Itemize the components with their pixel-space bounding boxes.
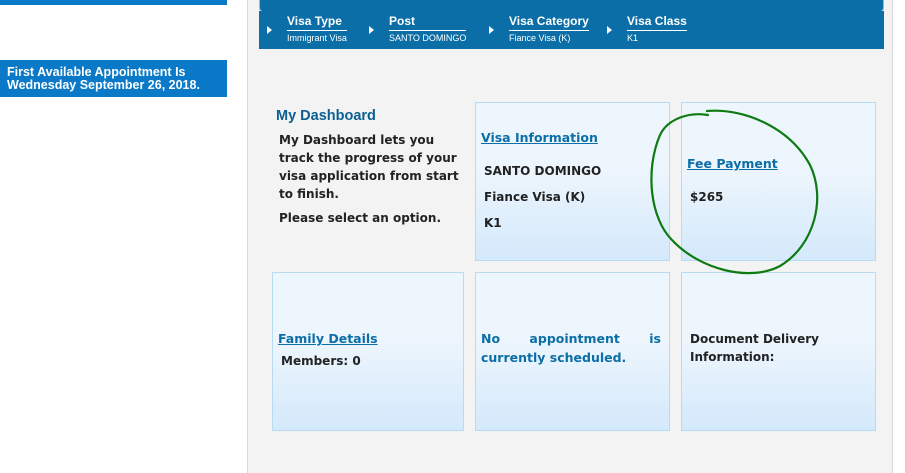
breadcrumb-item-visa-class: Visa Class K1 xyxy=(607,15,687,44)
breadcrumb-value: Immigrant Visa xyxy=(287,33,347,43)
main-content: Visa Type Immigrant Visa Post SANTO DOMI… xyxy=(247,0,893,473)
breadcrumb-value: K1 xyxy=(627,33,639,43)
appointment-tile: No appointment is currently scheduled. xyxy=(475,272,670,431)
dashboard-prompt: Please select an option. xyxy=(279,211,442,225)
fee-payment-link[interactable]: Fee Payment xyxy=(687,156,778,171)
chevron-right-icon xyxy=(369,26,374,34)
family-details-link[interactable]: Family Details xyxy=(278,331,378,346)
chevron-right-icon xyxy=(489,26,494,34)
visa-information-link[interactable]: Visa Information xyxy=(481,130,598,145)
first-appointment-banner: First Available Appointment Is Wednesday… xyxy=(0,60,227,97)
breadcrumb-value: SANTO DOMINGO xyxy=(389,33,467,43)
breadcrumb-label: Post xyxy=(389,15,467,31)
breadcrumb: Visa Type Immigrant Visa Post SANTO DOMI… xyxy=(259,11,884,49)
chevron-right-icon xyxy=(607,26,612,34)
dashboard-description: My Dashboard lets you track the progress… xyxy=(279,133,459,201)
page-title: My Dashboard xyxy=(276,108,376,124)
chevron-right-icon xyxy=(267,26,272,34)
breadcrumb-label: Visa Category xyxy=(509,15,589,31)
breadcrumb-item-post: Post SANTO DOMINGO xyxy=(369,15,467,44)
visa-post-value: SANTO DOMINGO xyxy=(484,164,602,178)
appointment-status: No appointment is currently scheduled. xyxy=(481,331,661,365)
fee-amount-value: $265 xyxy=(690,190,724,204)
sidebar-top-bar xyxy=(0,0,227,5)
document-delivery-tile: Document Delivery Information: xyxy=(681,272,876,431)
family-members-count: Members: 0 xyxy=(281,354,361,368)
breadcrumb-value: Fiance Visa (K) xyxy=(509,33,571,43)
document-delivery-label-line2: Information: xyxy=(690,350,775,364)
breadcrumb-label: Visa Class xyxy=(627,15,687,31)
document-delivery-label-line1: Document Delivery xyxy=(690,332,819,346)
breadcrumb-label: Visa Type xyxy=(287,15,347,31)
breadcrumb-item-visa-type: Visa Type Immigrant Visa xyxy=(267,15,347,44)
breadcrumb-item-visa-category: Visa Category Fiance Visa (K) xyxy=(489,15,589,44)
fee-payment-tile: Fee Payment $265 xyxy=(681,102,876,261)
visa-class-value: K1 xyxy=(484,216,502,230)
appointment-banner-line2: Wednesday September 26, 2018. xyxy=(7,78,200,92)
family-details-tile: Family Details Members: 0 xyxy=(272,272,464,431)
visa-information-tile: Visa Information SANTO DOMINGO Fiance Vi… xyxy=(475,102,670,261)
visa-category-value: Fiance Visa (K) xyxy=(484,190,586,204)
